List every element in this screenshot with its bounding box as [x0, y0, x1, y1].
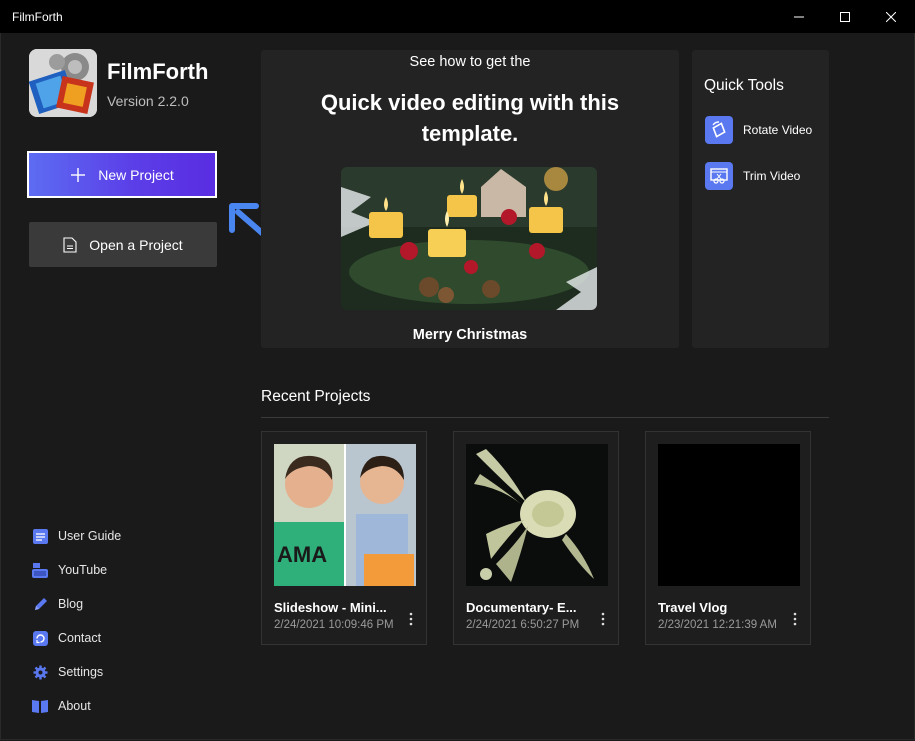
project-thumbnail [466, 444, 608, 586]
close-button[interactable] [868, 0, 914, 33]
project-more-button[interactable] [786, 610, 804, 628]
sidebar-item-label: YouTube [58, 563, 108, 577]
project-name: Documentary- E... [466, 600, 577, 615]
sidebar-item-label: Settings [58, 665, 104, 679]
recent-projects-title: Recent Projects [261, 388, 371, 405]
trim-video-label: Trim Video [743, 169, 801, 183]
app-name: FilmForth [107, 59, 209, 84]
sidebar-links: User Guide YouTube Blog Contact Settings… [32, 519, 121, 723]
sidebar-item-settings[interactable]: Settings [32, 655, 121, 689]
sidebar-item-label: Blog [58, 597, 84, 611]
sidebar-item-label: User Guide [58, 529, 122, 543]
template-caption: Merry Christmas [412, 327, 528, 343]
more-vertical-icon [793, 612, 797, 626]
more-vertical-icon [601, 612, 605, 626]
minimize-icon [794, 16, 804, 17]
minimize-button[interactable] [776, 0, 822, 33]
project-card[interactable]: AMA Slideshow - Mini... 2/24/2021 10:09:… [261, 431, 427, 645]
plus-icon [71, 167, 86, 182]
sidebar-item-label: About [58, 699, 91, 713]
divider [261, 417, 829, 418]
open-project-label: Open a Project [89, 236, 183, 253]
maximize-button[interactable] [822, 0, 868, 33]
promo-subtitle: See how to get the [409, 54, 531, 70]
open-project-button[interactable]: Open a Project [29, 222, 217, 267]
project-date: 2/23/2021 12:21:39 AM [658, 619, 777, 631]
user-guide-icon [32, 528, 48, 544]
youtube-icon [32, 562, 48, 578]
project-more-button[interactable] [402, 610, 420, 628]
sidebar-item-blog[interactable]: Blog [32, 587, 121, 621]
svg-text:AMA: AMA [277, 542, 327, 567]
rotate-video-label: Rotate Video [743, 123, 813, 137]
app-version: Version 2.2.0 [107, 93, 189, 109]
maximize-icon [840, 11, 850, 22]
project-card[interactable]: Travel Vlog 2/23/2021 12:21:39 AM [645, 431, 811, 645]
project-card[interactable]: Documentary- E... 2/24/2021 6:50:27 PM [453, 431, 619, 645]
template-thumbnail[interactable] [341, 167, 597, 310]
project-date: 2/24/2021 10:09:46 PM [274, 619, 394, 631]
quick-tools-title: Quick Tools [704, 77, 784, 94]
project-name: Slideshow - Mini... [274, 600, 387, 615]
template-promo-panel: See how to get the Quick video editing w… [261, 50, 679, 348]
trim-video-button[interactable]: Trim Video [705, 162, 800, 190]
quick-tools-panel: Quick Tools Rotate Video Trim Video [692, 50, 829, 348]
sidebar-item-youtube[interactable]: YouTube [32, 553, 121, 587]
trim-video-icon [705, 162, 733, 190]
new-project-label: New Project [98, 166, 174, 183]
project-thumbnail [658, 444, 800, 586]
title-bar: FilmForth [0, 0, 915, 33]
promo-heading: Quick video editing with this template. [320, 90, 620, 146]
close-icon [886, 11, 896, 22]
gear-icon [32, 664, 48, 680]
new-project-button[interactable]: New Project [27, 151, 217, 198]
sidebar-item-about[interactable]: About [32, 689, 121, 723]
window-title: FilmForth [12, 10, 63, 24]
document-icon [63, 236, 77, 253]
book-icon [32, 698, 48, 714]
app-logo [29, 49, 97, 117]
rotate-video-icon [705, 116, 733, 144]
sidebar-item-label: Contact [58, 631, 102, 645]
sidebar-item-contact[interactable]: Contact [32, 621, 121, 655]
project-more-button[interactable] [594, 610, 612, 628]
project-date: 2/24/2021 6:50:27 PM [466, 619, 580, 631]
contact-icon [32, 630, 48, 646]
more-vertical-icon [409, 612, 413, 626]
sidebar-item-user-guide[interactable]: User Guide [32, 519, 121, 553]
rotate-video-button[interactable]: Rotate Video [705, 116, 812, 144]
project-thumbnail: AMA [274, 444, 416, 586]
project-name: Travel Vlog [658, 600, 728, 615]
pencil-icon [32, 596, 48, 612]
